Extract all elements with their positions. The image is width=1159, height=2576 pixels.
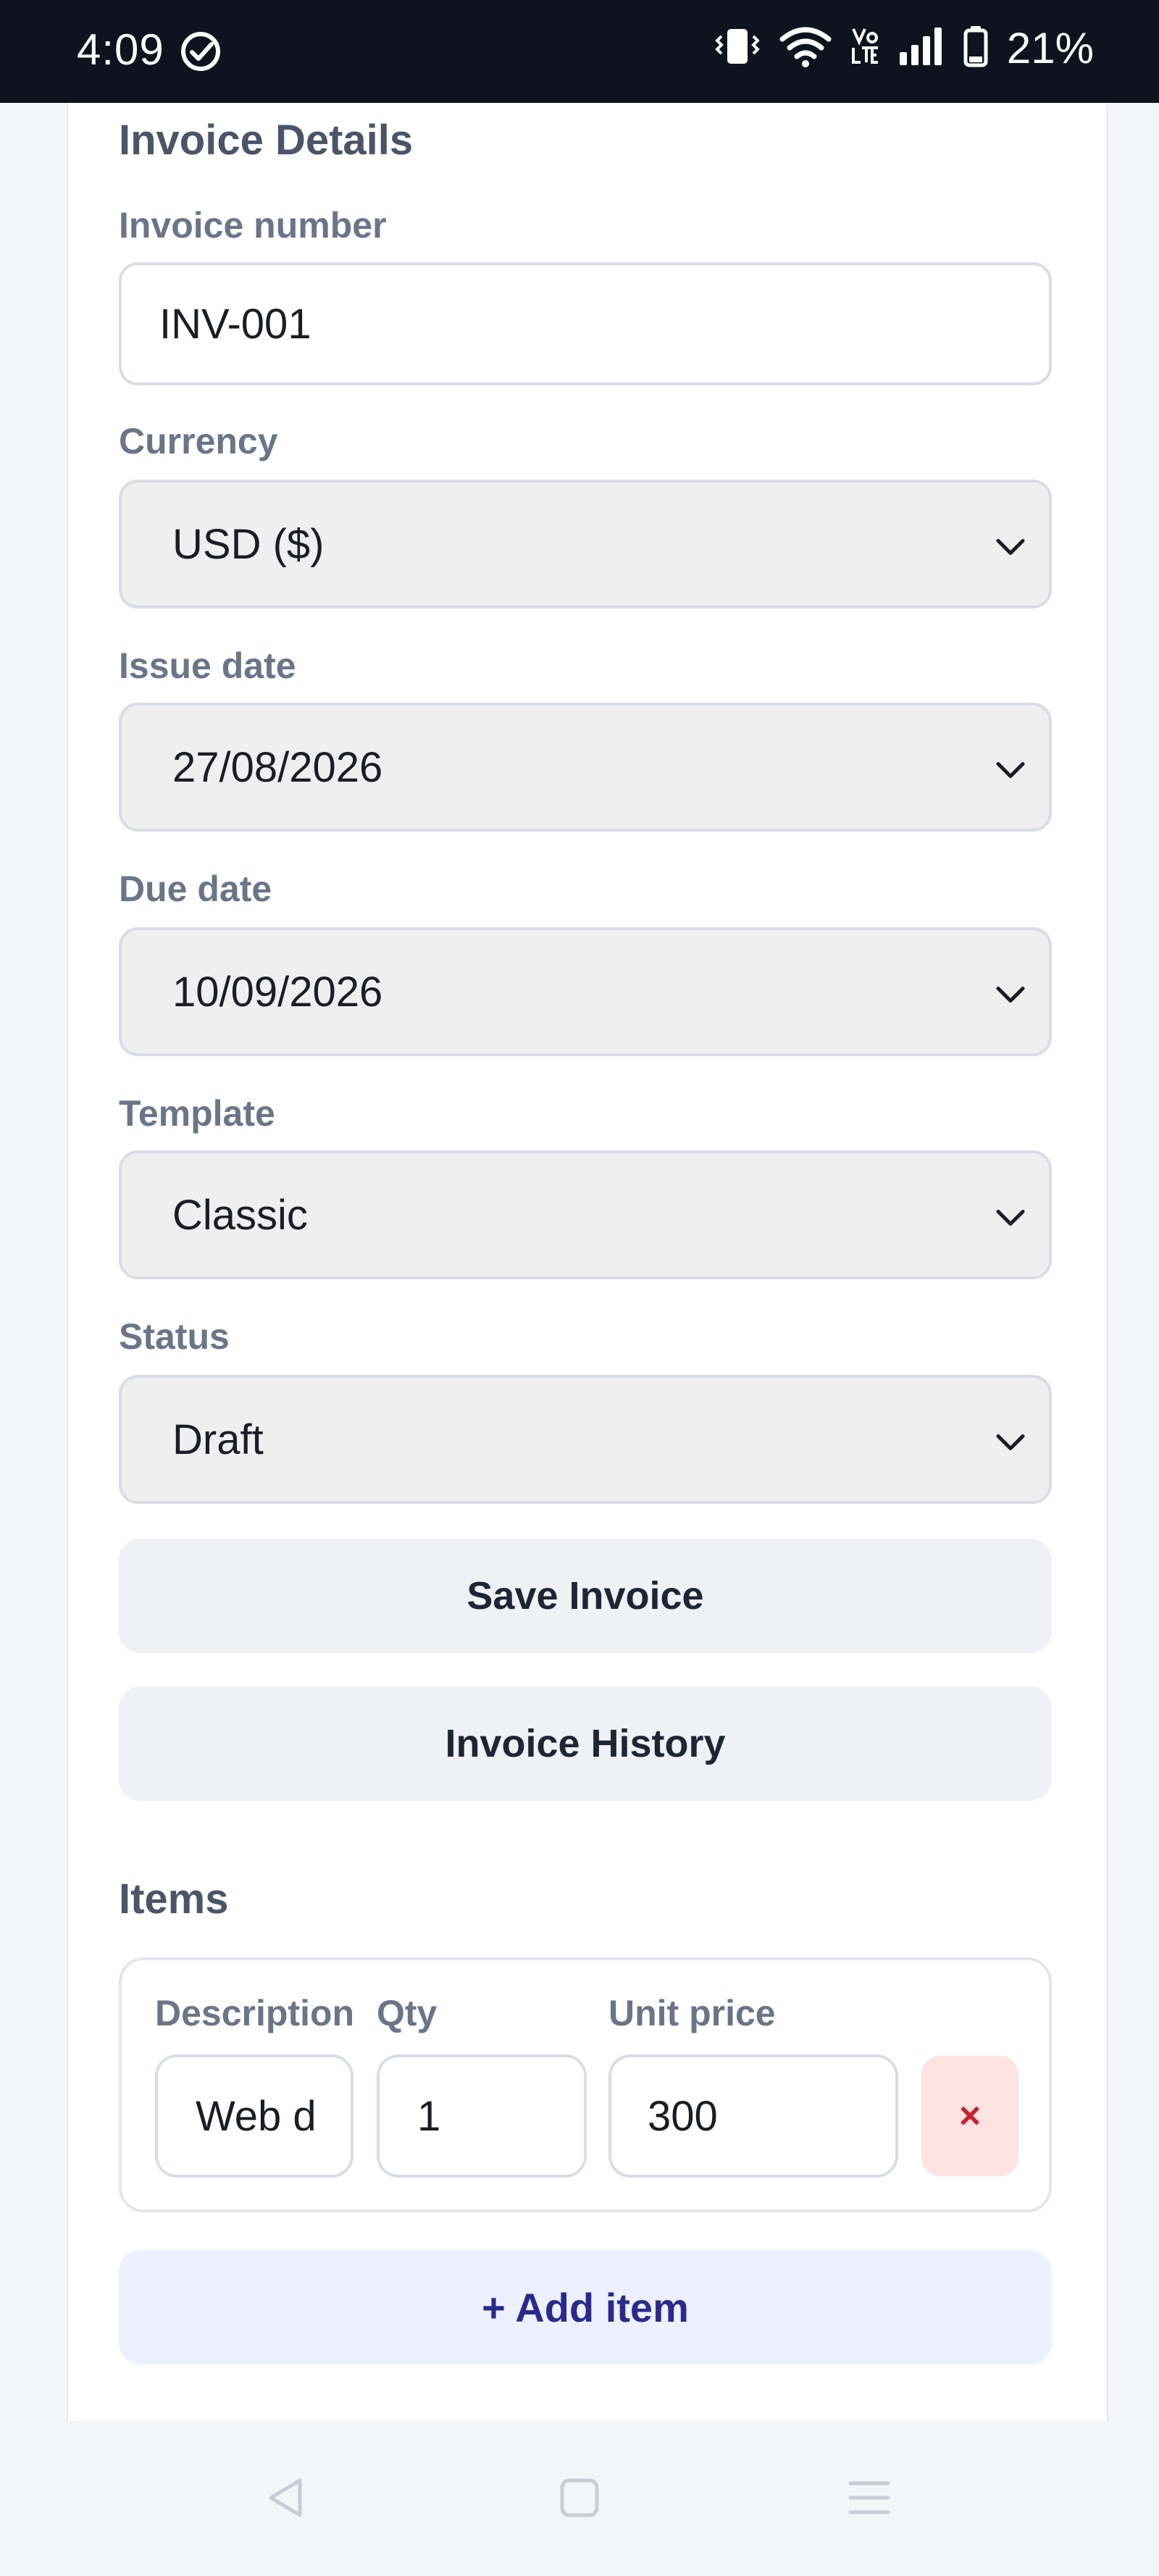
section-title-items: Items xyxy=(119,1875,229,1923)
due-date-select[interactable]: 10/09/2026 xyxy=(119,927,1052,1056)
volte-icon xyxy=(850,25,879,72)
column-header-description: Description xyxy=(155,1993,355,2033)
battery-percent: 21% xyxy=(1006,24,1094,72)
item-unit-price-value: 300 xyxy=(648,2092,718,2140)
chevron-down-icon xyxy=(994,968,1027,1016)
chevron-down-icon xyxy=(994,1191,1027,1239)
remove-item-button[interactable]: × xyxy=(921,2056,1018,2176)
navigation-bar xyxy=(0,2421,1159,2576)
check-circle-icon xyxy=(180,30,222,76)
template-select[interactable]: Classic xyxy=(119,1150,1052,1279)
chevron-down-icon xyxy=(994,743,1027,792)
status-value: Draft xyxy=(172,1415,264,1463)
currency-label: Currency xyxy=(119,421,278,461)
issue-date-select[interactable]: 27/08/2026 xyxy=(119,703,1052,832)
chevron-down-icon xyxy=(994,1415,1027,1464)
invoice-number-value: INV-001 xyxy=(159,300,311,348)
invoice-number-label: Invoice number xyxy=(119,205,387,246)
due-date-label: Due date xyxy=(119,869,272,909)
home-icon[interactable] xyxy=(556,2475,603,2525)
issue-date-value: 27/08/2026 xyxy=(172,743,383,791)
column-header-unit-price: Unit price xyxy=(608,1993,776,2033)
template-label: Template xyxy=(119,1093,275,1134)
template-value: Classic xyxy=(172,1191,308,1239)
status-label: Status xyxy=(119,1316,230,1357)
back-icon[interactable] xyxy=(264,2475,310,2525)
item-description-input[interactable]: Web d xyxy=(155,2054,353,2178)
invoice-history-button[interactable]: Invoice History xyxy=(119,1686,1052,1801)
issue-date-label: Issue date xyxy=(119,645,296,686)
invoice-number-input[interactable]: INV-001 xyxy=(119,262,1052,385)
status-time: 4:09 xyxy=(77,25,164,74)
currency-value: USD ($) xyxy=(172,520,325,568)
due-date-value: 10/09/2026 xyxy=(172,968,383,1016)
item-qty-value: 1 xyxy=(417,2092,441,2140)
status-bar: 4:09 21% xyxy=(0,0,1159,103)
column-header-qty: Qty xyxy=(377,1993,438,2033)
section-title-invoice-details: Invoice Details xyxy=(119,117,414,164)
vibrate-icon xyxy=(714,25,761,72)
currency-select[interactable]: USD ($) xyxy=(119,480,1052,609)
wifi-icon xyxy=(779,25,832,72)
add-item-button[interactable]: + Add item xyxy=(119,2250,1052,2364)
battery-icon xyxy=(963,25,988,72)
item-unit-price-input[interactable]: 300 xyxy=(608,2054,898,2178)
item-description-value: Web d xyxy=(196,2092,317,2140)
status-icons: 21% xyxy=(714,23,1094,73)
chevron-down-icon xyxy=(994,520,1027,569)
status-select[interactable]: Draft xyxy=(119,1375,1052,1504)
save-invoice-button[interactable]: Save Invoice xyxy=(119,1539,1052,1653)
recents-icon[interactable] xyxy=(846,2475,892,2525)
signal-icon xyxy=(898,25,945,72)
item-qty-input[interactable]: 1 xyxy=(377,2054,587,2178)
close-icon: × xyxy=(958,2095,982,2137)
